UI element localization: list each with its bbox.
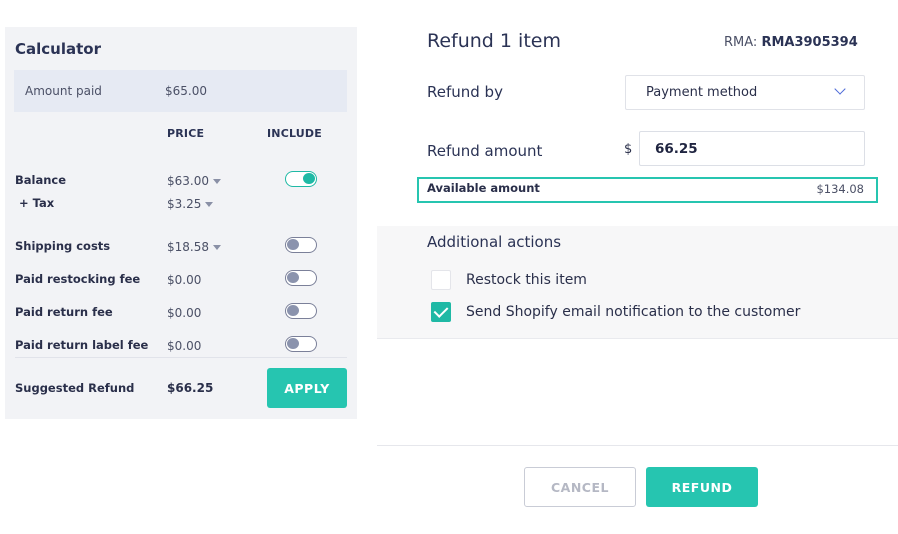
available-amount-box: Available amount $134.08: [417, 177, 878, 203]
refund-button[interactable]: REFUND: [646, 467, 758, 507]
toggle-knob: [287, 338, 299, 349]
return-label-fee-price: $0.00: [167, 339, 202, 353]
balance-include-toggle[interactable]: [285, 171, 317, 187]
return-fee-include-toggle[interactable]: [285, 303, 317, 319]
return-label-fee-label: Paid return label fee: [15, 338, 149, 352]
rma-value: RMA3905394: [761, 35, 858, 50]
tax-price-dropdown[interactable]: $3.25: [167, 197, 214, 211]
restocking-fee-price: $0.00: [167, 273, 202, 287]
return-fee-label: Paid return fee: [15, 305, 113, 319]
available-amount-value: $134.08: [816, 182, 864, 196]
amount-paid-label: Amount paid: [25, 84, 102, 98]
restocking-include-toggle[interactable]: [285, 270, 317, 286]
additional-actions-section: Additional actions Restock this item Sen…: [377, 226, 898, 339]
divider: [15, 357, 347, 358]
return-label-fee-include-toggle[interactable]: [285, 336, 317, 352]
caret-down-icon: [213, 245, 221, 250]
amount-paid-box: Amount paid $65.00: [14, 70, 347, 112]
tax-price: $3.25: [167, 197, 202, 211]
caret-down-icon: [213, 179, 221, 184]
refund-amount-input[interactable]: [639, 131, 865, 166]
additional-actions-title: Additional actions: [427, 233, 562, 251]
toggle-knob: [303, 173, 315, 184]
available-amount-label: Available amount: [427, 181, 540, 195]
restocking-fee-label: Paid restocking fee: [15, 272, 141, 286]
balance-price-dropdown[interactable]: $63.00: [167, 174, 221, 188]
footer-divider: [377, 445, 898, 446]
balance-label: Balance: [15, 173, 67, 187]
shipping-costs-label: Shipping costs: [15, 239, 111, 253]
include-column-header: INCLUDE: [267, 127, 322, 140]
refund-amount-label: Refund amount: [427, 142, 543, 160]
toggle-knob: [287, 272, 299, 283]
currency-symbol: $: [624, 142, 633, 157]
apply-button[interactable]: APPLY: [267, 368, 347, 408]
calculator-panel: Calculator Amount paid $65.00 PRICE INCL…: [5, 27, 357, 419]
email-notification-label: Send Shopify email notification to the c…: [466, 304, 801, 320]
balance-price: $63.00: [167, 174, 209, 188]
email-notification-checkbox[interactable]: [431, 302, 451, 322]
caret-down-icon: [205, 202, 214, 207]
toggle-knob: [287, 239, 299, 250]
tax-label: + Tax: [19, 196, 55, 210]
suggested-refund-value: $66.25: [167, 381, 214, 395]
return-fee-price: $0.00: [167, 306, 202, 320]
cancel-button[interactable]: CANCEL: [524, 467, 636, 507]
shipping-include-toggle[interactable]: [285, 237, 317, 253]
refund-by-label: Refund by: [427, 83, 503, 101]
calculator-title: Calculator: [15, 40, 101, 58]
suggested-refund-label: Suggested Refund: [15, 381, 135, 395]
refund-by-select[interactable]: Payment method: [625, 75, 865, 110]
restock-label: Restock this item: [466, 272, 587, 288]
amount-paid-value: $65.00: [165, 84, 207, 98]
page-title: Refund 1 item: [427, 30, 561, 52]
refund-by-value: Payment method: [646, 85, 758, 100]
chevron-down-icon: [834, 83, 846, 95]
price-column-header: PRICE: [167, 127, 205, 140]
shipping-price: $18.58: [167, 240, 209, 254]
rma-label: RMA:: [724, 35, 758, 50]
restock-checkbox[interactable]: [431, 270, 451, 290]
toggle-knob: [287, 305, 299, 316]
shipping-price-dropdown[interactable]: $18.58: [167, 240, 221, 254]
rma-number: RMA: RMA3905394: [724, 35, 858, 50]
